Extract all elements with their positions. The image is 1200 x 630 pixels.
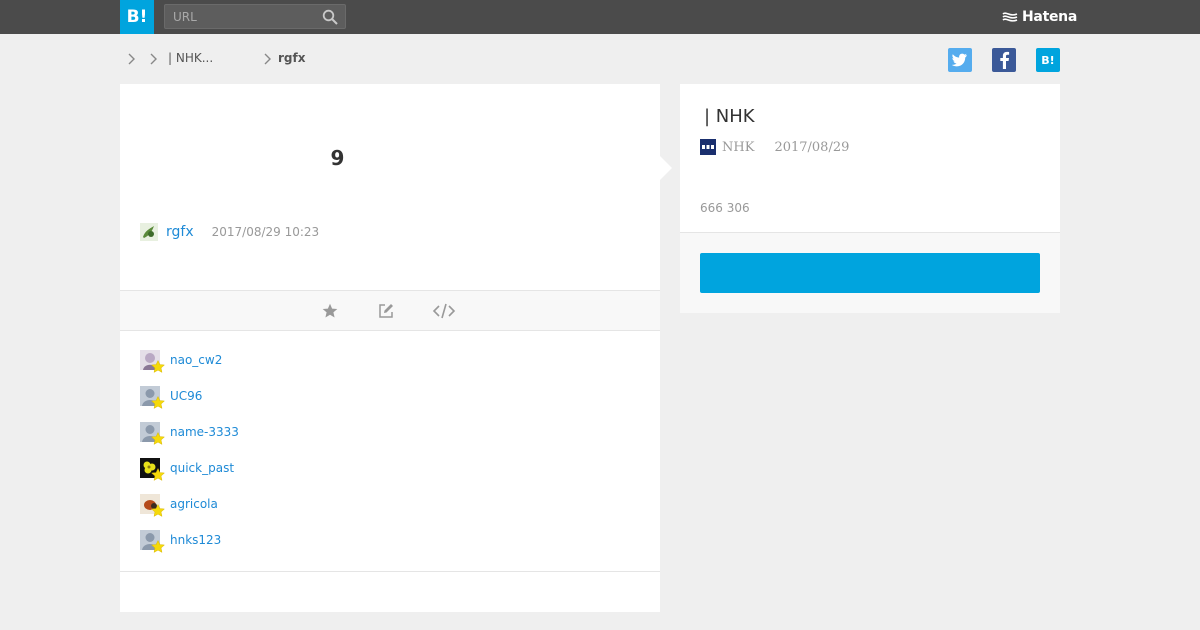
list-item: agricola (140, 492, 218, 517)
star-icon (151, 468, 165, 481)
divider (120, 571, 660, 572)
star-user-name[interactable]: quick_past (170, 461, 234, 475)
bookmark-author: rgfx 2017/08/29 10:23 (140, 222, 319, 242)
star-icon (151, 540, 165, 553)
avatar[interactable] (140, 422, 165, 445)
avatar[interactable] (140, 530, 165, 553)
embed-code-button[interactable] (432, 302, 456, 320)
star-user-name[interactable]: nao_cw2 (170, 353, 222, 367)
star-icon (151, 504, 165, 517)
star-user-name[interactable]: hnks123 (170, 533, 221, 547)
hatena-mark-icon (1002, 12, 1018, 22)
chevron-right-icon (264, 53, 271, 65)
entry-title-link[interactable]: | NHK (704, 106, 755, 127)
star-icon (151, 360, 165, 373)
list-item: nao_cw2 (140, 348, 222, 373)
edit-icon (379, 304, 393, 318)
bookmark-comment: 9 (330, 146, 345, 170)
star-user-name[interactable]: UC96 (170, 389, 202, 403)
entry-date: 2017/08/29 (774, 139, 850, 155)
hatena-brand-label: Hatena (1022, 9, 1077, 25)
avatar[interactable] (140, 458, 165, 481)
hatena-share-button[interactable]: B! (1036, 48, 1060, 72)
card-connector-arrow (660, 156, 672, 180)
entry-source-name[interactable]: NHK (722, 140, 754, 155)
list-item: quick_past (140, 456, 234, 481)
embed-code-icon (432, 303, 456, 319)
entry-card-footer (680, 233, 1060, 313)
avatar[interactable] (140, 350, 165, 373)
bookmark-users-count[interactable]: 666 306 (700, 201, 750, 215)
list-item: hnks123 (140, 528, 221, 553)
hatena-share-label: B! (1041, 53, 1055, 67)
search-input[interactable] (173, 8, 313, 26)
avatar[interactable] (140, 223, 158, 241)
avatar[interactable] (140, 494, 165, 517)
add-star-button[interactable] (320, 302, 340, 320)
hatena-bookmark-logo[interactable]: B! (120, 0, 154, 34)
bookmark-timestamp[interactable]: 2017/08/29 10:23 (212, 225, 320, 239)
nhk-favicon-icon (700, 139, 716, 155)
star-user-name[interactable]: agricola (170, 497, 218, 511)
list-item: UC96 (140, 384, 202, 409)
bookmark-card: 9 rgfx 2017/08/29 10:23 nao_cw2 UC96 nam… (120, 84, 660, 612)
breadcrumb-item-user: rgfx (278, 51, 306, 65)
author-name-link[interactable]: rgfx (166, 224, 194, 240)
action-bar (120, 290, 660, 331)
facebook-icon (1000, 51, 1010, 69)
entry-source: NHK 2017/08/29 (700, 138, 849, 156)
star-user-name[interactable]: name-3333 (170, 425, 239, 439)
entry-card: | NHK NHK 2017/08/29 666 306 (680, 84, 1060, 313)
top-bar: B! Hatena (0, 0, 1200, 34)
avatar[interactable] (140, 386, 165, 409)
hatena-brand[interactable]: Hatena (1002, 7, 1077, 27)
twitter-icon (952, 53, 967, 67)
search-box[interactable] (164, 4, 346, 29)
star-icon (151, 396, 165, 409)
list-item: name-3333 (140, 420, 239, 445)
breadcrumb-item-entry[interactable]: | NHK... (168, 51, 213, 65)
star-icon (151, 432, 165, 445)
edit-button[interactable] (376, 302, 396, 320)
facebook-share-button[interactable] (992, 48, 1016, 72)
view-entry-button[interactable] (700, 253, 1040, 293)
chevron-right-icon (150, 53, 157, 65)
chevron-right-icon (128, 53, 135, 65)
search-icon[interactable] (322, 9, 338, 25)
twitter-share-button[interactable] (948, 48, 972, 72)
star-icon (322, 303, 338, 318)
